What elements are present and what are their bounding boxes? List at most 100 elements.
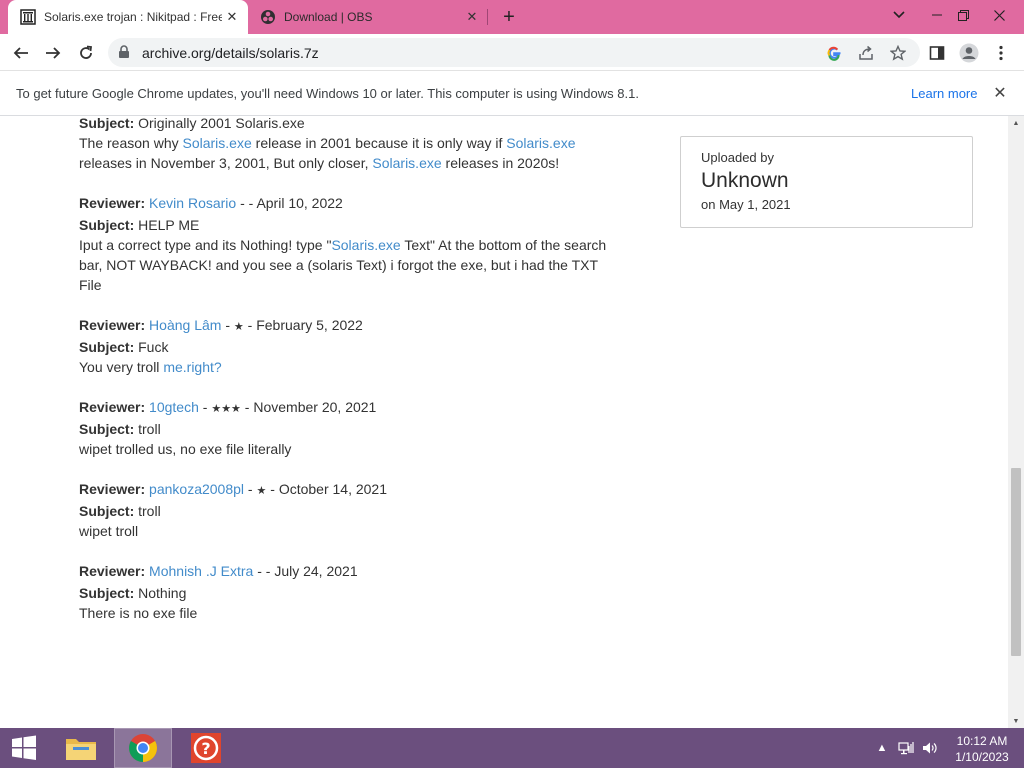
upload-date: on May 1, 2021 [701, 197, 791, 212]
review-link[interactable]: me.right? [163, 359, 221, 375]
review-link[interactable]: Solaris.exe [183, 135, 252, 151]
reviewer-name[interactable]: Kevin Rosario [149, 195, 236, 211]
reviewer-line: Reviewer: 10gtech - ★★★ - November 20, 2… [79, 399, 377, 415]
uploader-name[interactable]: Unknown [701, 169, 952, 193]
review-subject: Nothing [138, 585, 187, 601]
reviewer-name[interactable]: Hoàng Lâm [149, 317, 221, 333]
obs-icon [260, 9, 276, 25]
review-body: You very troll me.right? [79, 357, 619, 377]
close-tab-icon[interactable]: ✕ [462, 7, 482, 27]
review-item: Reviewer: Kevin Rosario - - April 10, 20… [79, 193, 619, 295]
menu-kebab-icon[interactable] [988, 40, 1014, 66]
subject-label: Subject: [79, 217, 135, 233]
uploaded-by-label: Uploaded by [701, 150, 774, 165]
subject-label: Subject: [79, 585, 135, 601]
subject-label: Subject: [79, 116, 135, 131]
file-explorer-icon[interactable] [56, 728, 106, 768]
review-subject: troll [138, 421, 161, 437]
rating-stars: ★ [233, 321, 244, 333]
minimize-icon[interactable] [926, 0, 948, 30]
share-icon[interactable] [856, 43, 876, 63]
review-text: There is no exe file [79, 605, 198, 621]
restore-icon[interactable] [952, 0, 974, 30]
close-tab-icon[interactable]: ✕ [222, 7, 242, 27]
tab-search-icon[interactable] [886, 0, 912, 30]
browser-toolbar: archive.org/details/solaris.7z [0, 34, 1024, 71]
lock-icon[interactable] [118, 45, 130, 64]
review-body: wipet troll [79, 521, 619, 541]
review-date: April 10, 2022 [256, 195, 343, 211]
volume-icon[interactable] [920, 738, 940, 758]
chrome-icon[interactable] [114, 728, 172, 768]
review-text: releases in 2020s! [441, 155, 560, 171]
reload-icon[interactable] [73, 40, 99, 66]
infobar-message: To get future Google Chrome updates, you… [16, 86, 639, 101]
url-text: archive.org/details/solaris.7z [142, 45, 319, 61]
reviewer-name[interactable]: pankoza2008pl [149, 481, 244, 497]
tab-title: Solaris.exe trojan : Nikitpad : Free [44, 10, 222, 24]
tab-strip: Solaris.exe trojan : Nikitpad : Free ✕ D… [0, 0, 1024, 34]
review-item: Reviewer: Hoàng Lâm - ★ - February 5, 20… [79, 315, 619, 377]
reviewer-label: Reviewer: [79, 399, 146, 415]
review-text: You very troll [79, 359, 164, 375]
review-text: releases in November 3, 2001, But only c… [79, 155, 373, 171]
profile-avatar-icon[interactable] [956, 40, 982, 66]
review-link[interactable]: Solaris.exe [506, 135, 575, 151]
forward-icon[interactable] [40, 40, 66, 66]
reviewer-label: Reviewer: [79, 563, 146, 579]
tab-solaris[interactable]: Solaris.exe trojan : Nikitpad : Free ✕ [8, 0, 248, 34]
review-link[interactable]: Solaris.exe [331, 237, 400, 253]
page-content: Subject: Originally 2001 Solaris.exe The… [0, 116, 1008, 728]
subject-label: Subject: [79, 339, 135, 355]
help-icon[interactable]: ? [180, 728, 232, 768]
reviewer-name[interactable]: 10gtech [149, 399, 199, 415]
reviewer-label: Reviewer: [79, 317, 146, 333]
review-text: wipet trolled us, no exe file literally [79, 441, 292, 457]
show-hidden-icons-icon[interactable]: ▲ [872, 738, 892, 758]
page-scrollbar[interactable]: ▲ ▼ [1008, 116, 1024, 728]
review-item: Subject: Originally 2001 Solaris.exe The… [79, 116, 619, 173]
scroll-up-icon[interactable]: ▲ [1008, 116, 1024, 130]
close-window-icon[interactable] [986, 0, 1012, 30]
tab-separator [487, 9, 488, 25]
review-date: November 20, 2021 [253, 399, 377, 415]
review-date: July 24, 2021 [274, 563, 358, 579]
start-icon[interactable] [0, 728, 48, 768]
reviewer-line: Reviewer: Mohnish .J Extra - - July 24, … [79, 563, 358, 579]
learn-more-link[interactable]: Learn more [911, 86, 977, 101]
reviews-list: Subject: Originally 2001 Solaris.exe The… [79, 116, 619, 643]
windows-taskbar: ? ▲ 10:12 AM 1/10/2023 [0, 728, 1024, 768]
tab-title: Download | OBS [284, 10, 373, 24]
reviewer-label: Reviewer: [79, 481, 146, 497]
review-item: Reviewer: pankoza2008pl - ★ - October 14… [79, 479, 619, 541]
tab-obs[interactable]: Download | OBS ✕ [252, 0, 488, 34]
update-infobar: To get future Google Chrome updates, you… [0, 71, 1024, 116]
back-icon[interactable] [8, 40, 34, 66]
bookmark-star-icon[interactable] [888, 43, 908, 63]
review-date: February 5, 2022 [256, 317, 363, 333]
scrollbar-thumb[interactable] [1011, 468, 1021, 656]
review-subject-line: Subject: troll [79, 419, 619, 439]
review-subject: Originally 2001 Solaris.exe [138, 116, 305, 131]
reviewer-name[interactable]: Mohnish .J Extra [149, 563, 253, 579]
svg-text:?: ? [201, 739, 210, 758]
review-body: The reason why Solaris.exe release in 20… [79, 133, 619, 173]
close-icon[interactable]: ✕ [990, 83, 1010, 103]
address-bar[interactable]: archive.org/details/solaris.7z [108, 38, 920, 67]
scroll-down-icon[interactable]: ▼ [1008, 714, 1024, 728]
review-body: There is no exe file [79, 603, 619, 623]
subject-label: Subject: [79, 421, 135, 437]
google-icon[interactable] [824, 43, 844, 63]
side-panel-icon[interactable] [924, 40, 950, 66]
uploader-card: Uploaded by Unknown on May 1, 2021 [680, 136, 973, 228]
clock-date: 1/10/2023 [955, 750, 1009, 764]
review-link[interactable]: Solaris.exe [372, 155, 441, 171]
review-subject-line: Subject: Nothing [79, 583, 619, 603]
reviewer-line: Reviewer: Hoàng Lâm - ★ - February 5, 20… [79, 317, 363, 333]
reviewer-line: Reviewer: pankoza2008pl - ★ - October 14… [79, 481, 387, 497]
network-icon[interactable] [896, 738, 916, 758]
new-tab-button[interactable]: + [498, 6, 520, 28]
rating-stars: ★★★ [211, 403, 241, 415]
review-body: wipet trolled us, no exe file literally [79, 439, 619, 459]
system-clock[interactable]: 10:12 AM 1/10/2023 [950, 733, 1014, 765]
